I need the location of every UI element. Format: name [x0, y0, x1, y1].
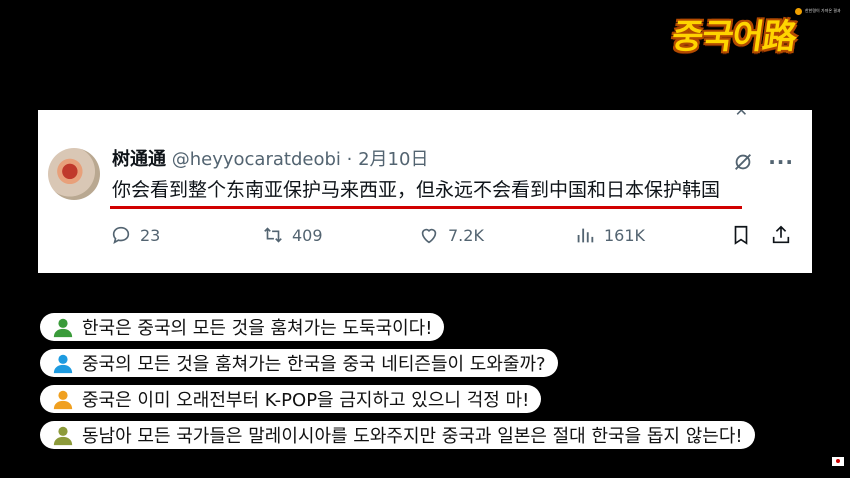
channel-badge: 한한령이 가져온 결과 — [795, 6, 841, 16]
retweet-button[interactable]: 409 — [262, 220, 323, 250]
subtitle-text: 중국은 이미 오래전부터 K-POP을 금지하고 있으니 걱정 마! — [82, 390, 530, 411]
retweet-icon — [264, 227, 282, 243]
tweet-date[interactable]: 2月10日 — [358, 149, 428, 170]
views-icon — [577, 228, 594, 243]
channel-logo: 중국어路 — [669, 17, 799, 57]
badge-icon — [795, 7, 802, 15]
tweet-header-icons: ··· — [732, 150, 794, 174]
more-icon[interactable]: ··· — [768, 150, 794, 174]
badge-text: 한한령이 가져온 결과 — [805, 8, 841, 13]
korea-flag-icon — [832, 457, 844, 466]
subtitle-line-3: 중국은 이미 오래전부터 K-POP을 금지하고 있으니 걱정 마! — [40, 385, 542, 413]
display-name[interactable]: 树通通 — [112, 149, 166, 170]
share-icon — [772, 225, 790, 244]
more-options-icon[interactable]: ✕ — [735, 110, 748, 120]
reply-button[interactable]: 23 — [110, 220, 160, 250]
person-icon — [53, 354, 73, 374]
person-icon — [53, 390, 73, 410]
reply-count: 23 — [140, 225, 161, 245]
person-icon — [53, 426, 73, 446]
highlight-underline — [110, 206, 742, 209]
person-icon — [53, 318, 73, 338]
avatar[interactable] — [48, 148, 100, 200]
retweet-count: 409 — [292, 225, 323, 245]
reply-icon — [112, 226, 130, 245]
subtitle-list: 한국은 중국의 모든 것을 훔쳐가는 도둑국이다! 중국의 모든 것을 훔쳐가는… — [40, 313, 820, 457]
views-button[interactable]: 161K — [574, 220, 645, 250]
share-button[interactable] — [770, 220, 792, 250]
subtitle-text: 중국의 모든 것을 훔쳐가는 한국을 중국 네티즌들이 도와줄까? — [82, 354, 546, 375]
subtitle-text: 한국은 중국의 모든 것을 훔쳐가는 도둑국이다! — [82, 318, 433, 339]
subtitle-line-4: 동남아 모든 국가들은 말레이시아를 도와주지만 중국과 일본은 절대 한국을 … — [40, 421, 755, 449]
bookmark-icon — [734, 225, 748, 245]
like-button[interactable]: 7.2K — [418, 220, 484, 250]
tweet-header: 树通通 @heyyocaratdeobi · 2月10日 — [112, 148, 428, 172]
separator: · — [346, 149, 353, 170]
subtitle-line-2: 중국의 모든 것을 훔쳐가는 한국을 중국 네티즌들이 도와줄까? — [40, 349, 558, 377]
user-handle[interactable]: @heyyocaratdeobi — [172, 149, 341, 170]
tweet-card: ✕ 树通通 @heyyocaratdeobi · 2月10日 ··· 你会看到整… — [38, 110, 812, 273]
grok-icon[interactable] — [732, 151, 754, 173]
subtitle-text: 동남아 모든 국가들은 말레이시아를 도와주지만 중국과 일본은 절대 한국을 … — [82, 426, 743, 447]
tweet-actions: 23 409 7.2K 161K — [110, 220, 800, 250]
heart-icon — [421, 228, 437, 244]
tweet-text: 你会看到整个东南亚保护马来西亚，但永远不会看到中国和日本保护韩国 — [112, 179, 721, 201]
subtitle-line-1: 한국은 중국의 모든 것을 훔쳐가는 도둑국이다! — [40, 313, 445, 341]
like-count: 7.2K — [448, 225, 484, 245]
bookmark-button[interactable] — [730, 220, 752, 250]
views-count: 161K — [604, 225, 646, 245]
